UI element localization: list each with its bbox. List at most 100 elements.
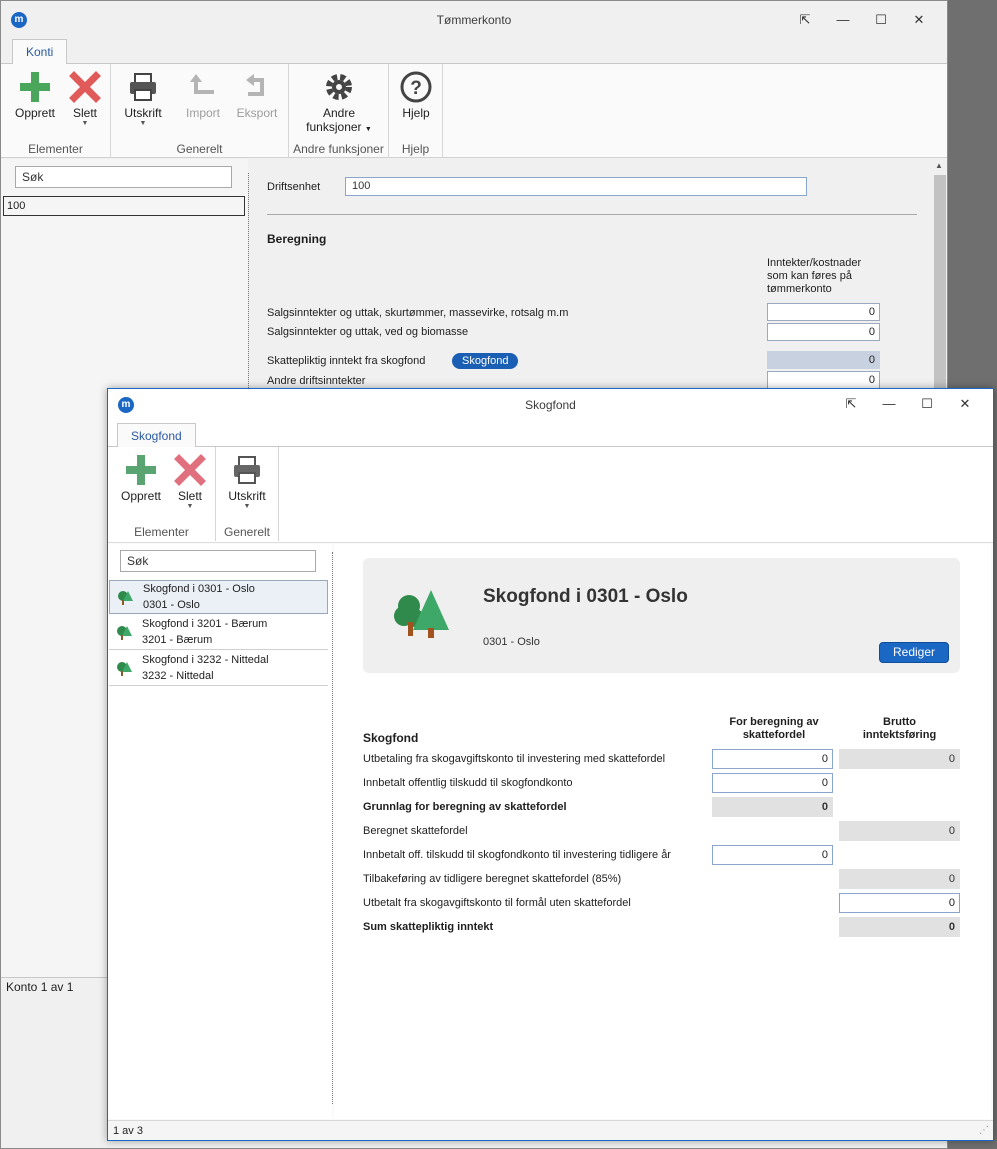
create-label: Opprett: [120, 489, 162, 503]
row-label: Utbetalt fra skogavgiftskonto til formål…: [363, 897, 631, 909]
help-button[interactable]: ? Hjelp: [395, 70, 437, 120]
list-item[interactable]: 100: [3, 196, 245, 216]
scroll-up-icon[interactable]: ▲: [935, 161, 943, 170]
operating-unit-field[interactable]: 100: [345, 177, 807, 196]
group-label-general: Generelt: [176, 142, 223, 156]
scrollbar-thumb[interactable]: [934, 175, 946, 399]
fund-title: Skogfond i 0301 - Oslo: [483, 586, 688, 607]
fund-name: Skogfond i 3232 - Nittedal: [142, 654, 269, 666]
close-button[interactable]: ✕: [901, 9, 937, 31]
section-title: Beregning: [267, 232, 327, 246]
import-icon: [190, 74, 214, 94]
status-text: 1 av 3: [113, 1125, 143, 1137]
printer-icon: [130, 73, 156, 101]
other-functions-label-1: Andre: [322, 106, 356, 120]
row-label: Andre driftsinntekter: [267, 375, 366, 387]
ribbon-group-other: Andre funksjoner ▼ Andre funksjoner: [289, 64, 389, 158]
fund-municipality: 3201 - Bærum: [142, 634, 213, 646]
import-label: Import: [185, 106, 220, 120]
restore-to-top-icon[interactable]: ⇱: [833, 393, 869, 415]
ribbon-group-elements: Opprett Slett ▼ Elementer: [108, 447, 216, 541]
delete-button[interactable]: Slett ▼: [168, 453, 212, 511]
column-header-gross-income: Brutto inntektsføring: [839, 716, 960, 742]
delete-button[interactable]: Slett ▼: [63, 70, 107, 128]
row-label: Grunnlag for beregning av skattefordel: [363, 801, 567, 813]
create-button[interactable]: Opprett: [9, 70, 61, 120]
amount-field-readonly: 0: [839, 917, 960, 937]
amount-field[interactable]: 0: [712, 749, 833, 769]
col1-line-1: For beregning av: [729, 716, 819, 728]
chevron-down-icon: ▼: [139, 120, 147, 127]
column-header-line-1: Inntekter/kostnader: [767, 257, 862, 269]
amount-field[interactable]: 0: [767, 371, 880, 389]
col2-line-2: inntektsføring: [862, 729, 937, 741]
other-functions-button[interactable]: Andre funksjoner ▼: [301, 70, 377, 134]
search-input[interactable]: Søk: [120, 550, 316, 572]
ribbon-tabs: Konti: [1, 37, 947, 65]
list-item[interactable]: Skogfond i 3232 - Nittedal 3232 - Nitted…: [109, 652, 328, 686]
tree-icon: [117, 662, 132, 676]
amount-field[interactable]: 0: [767, 323, 880, 341]
gear-icon: [326, 74, 352, 100]
amount-field-readonly: 0: [767, 351, 880, 369]
chevron-down-icon: ▼: [186, 503, 194, 510]
row-label: Innbetalt off. tilskudd til skogfondkont…: [363, 849, 671, 861]
row-label: Salgsinntekter og uttak, skurtømmer, mas…: [267, 307, 569, 319]
skogfond-window: m Skogfond ⇱ — ☐ ✕ Skogfond Opprett Slet…: [107, 388, 994, 1141]
minimize-button[interactable]: —: [825, 9, 861, 31]
fund-header-card: Skogfond i 0301 - Oslo 0301 - Oslo Redig…: [363, 558, 960, 673]
amount-field[interactable]: 0: [839, 893, 960, 913]
forest-icon: [394, 590, 449, 638]
ribbon-group-general: Utskrift ▼ Generelt: [216, 447, 279, 541]
export-label: Eksport: [236, 106, 278, 120]
tab-konti[interactable]: Konti: [12, 39, 68, 65]
column-header-tax-basis: For beregning av skattefordel: [714, 716, 834, 742]
window-titlebar: m Skogfond ⇱ — ☐ ✕: [108, 389, 993, 421]
scrollbar[interactable]: ▲: [932, 159, 947, 399]
export-icon: [246, 74, 264, 96]
tab-skogfond[interactable]: Skogfond: [117, 423, 196, 449]
list-item[interactable]: Skogfond i 3201 - Bærum 3201 - Bærum: [109, 616, 328, 650]
list-item[interactable]: Skogfond i 0301 - Oslo 0301 - Oslo: [109, 580, 328, 614]
ribbon: Opprett Slett ▼ Elementer Utskrift ▼ Imp…: [1, 64, 947, 158]
print-button[interactable]: Utskrift ▼: [223, 453, 271, 511]
restore-to-top-icon[interactable]: ⇱: [787, 9, 823, 31]
amount-field-readonly: 0: [839, 749, 960, 769]
ribbon-group-general: Utskrift ▼ Import Eksport Generelt: [111, 64, 289, 158]
ribbon-group-help: ? Hjelp Hjelp: [389, 64, 443, 158]
export-button[interactable]: Eksport: [233, 70, 281, 120]
delete-label: Slett: [177, 489, 202, 503]
amount-field[interactable]: 0: [767, 303, 880, 321]
panel-divider: [332, 552, 333, 1104]
resize-grip-icon[interactable]: ⋰: [979, 1121, 989, 1140]
printer-icon: [234, 456, 260, 484]
print-button[interactable]: Utskrift ▼: [119, 70, 167, 128]
group-label-other: Andre funksjoner: [293, 142, 384, 156]
amount-field-readonly: 0: [839, 869, 960, 889]
close-button[interactable]: ✕: [947, 393, 983, 415]
edit-button[interactable]: Rediger: [879, 642, 949, 663]
delete-x-icon: [69, 71, 101, 103]
minimize-button[interactable]: —: [871, 393, 907, 415]
search-input[interactable]: Søk: [15, 166, 232, 188]
create-button[interactable]: Opprett: [116, 453, 166, 503]
maximize-button[interactable]: ☐: [909, 393, 945, 415]
row-label: Tilbakeføring av tidligere beregnet skat…: [363, 873, 622, 885]
col1-line-2: skattefordel: [742, 729, 806, 741]
ribbon-group-elements: Opprett Slett ▼ Elementer: [1, 64, 111, 158]
import-button[interactable]: Import: [181, 70, 225, 120]
delete-x-icon: [174, 454, 206, 486]
amount-field[interactable]: 0: [712, 845, 833, 865]
amount-field[interactable]: 0: [712, 773, 833, 793]
maximize-button[interactable]: ☐: [863, 9, 899, 31]
fund-name: Skogfond i 3201 - Bærum: [142, 618, 268, 630]
skogfond-link-badge[interactable]: Skogfond: [452, 353, 519, 369]
plus-icon: [126, 455, 156, 485]
status-text: Konto 1 av 1: [1, 977, 111, 995]
status-bar: 1 av 3 ⋰: [108, 1120, 993, 1140]
chevron-down-icon: ▼: [81, 120, 89, 127]
plus-icon: [20, 72, 50, 102]
tree-icon: [118, 591, 133, 605]
fund-municipality: 0301 - Oslo: [143, 599, 200, 611]
fund-detail-panel: Skogfond i 0301 - Oslo 0301 - Oslo Redig…: [334, 544, 991, 1119]
